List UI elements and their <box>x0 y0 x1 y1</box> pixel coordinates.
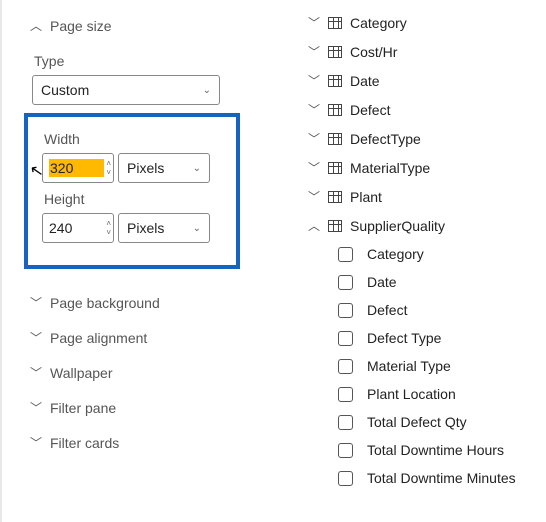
chevron-down-icon: ﹀ <box>30 329 42 346</box>
column-name: Total Downtime Hours <box>367 442 504 458</box>
checkbox[interactable] <box>338 303 353 318</box>
format-pane: ︿ Page size Type Custom ⌄ ↖ Width 320 ˄˅ <box>0 0 300 522</box>
table-icon <box>328 220 342 232</box>
chevron-down-icon: ﹀ <box>30 399 42 416</box>
width-unit-dropdown[interactable]: Pixels ⌄ <box>118 153 210 183</box>
table-icon <box>328 162 342 174</box>
section-label: Page background <box>50 295 160 311</box>
table-icon <box>328 17 342 29</box>
table-plant[interactable]: ﹀ Plant <box>308 182 546 211</box>
section-page-size[interactable]: ︿ Page size <box>30 8 300 43</box>
column-plant-location[interactable]: Plant Location <box>308 380 546 408</box>
chevron-down-icon: ﹀ <box>308 72 320 89</box>
type-value: Custom <box>41 82 89 98</box>
section-label: Filter cards <box>50 435 119 451</box>
chevron-down-icon: ﹀ <box>30 364 42 381</box>
column-total-downtime-minutes[interactable]: Total Downtime Minutes <box>308 464 546 492</box>
column-defect-type[interactable]: Defect Type <box>308 324 546 352</box>
table-date[interactable]: ﹀ Date <box>308 66 546 95</box>
column-total-downtime-hours[interactable]: Total Downtime Hours <box>308 436 546 464</box>
column-date[interactable]: Date <box>308 268 546 296</box>
chevron-down-icon: ﹀ <box>30 294 42 311</box>
height-unit-value: Pixels <box>127 220 164 236</box>
table-icon <box>328 104 342 116</box>
width-height-highlight: ↖ Width 320 ˄˅ Pixels ⌄ Height 240 <box>24 113 240 269</box>
column-name: Defect <box>367 302 407 318</box>
chevron-down-icon: ⌄ <box>203 85 211 96</box>
table-supplierquality[interactable]: ︿ SupplierQuality <box>308 211 546 240</box>
column-name: Defect Type <box>367 330 441 346</box>
table-name: Cost/Hr <box>350 44 397 60</box>
page-size-body: Type Custom ⌄ ↖ Width 320 ˄˅ Pixels <box>30 43 300 285</box>
checkbox[interactable] <box>338 247 353 262</box>
column-material-type[interactable]: Material Type <box>308 352 546 380</box>
column-defect[interactable]: Defect <box>308 296 546 324</box>
chevron-down-icon: ﹀ <box>308 101 320 118</box>
chevron-down-icon: ﹀ <box>308 130 320 147</box>
fields-pane: ﹀ Category ﹀ Cost/Hr ﹀ Date ﹀ Defect ﹀ DefectType… <box>300 0 546 522</box>
table-materialtype[interactable]: ﹀ MaterialType <box>308 153 546 182</box>
table-name: Defect <box>350 102 390 118</box>
section-filter-cards[interactable]: ﹀ Filter cards <box>30 425 300 460</box>
checkbox[interactable] <box>338 471 353 486</box>
table-icon <box>328 191 342 203</box>
chevron-down-icon: ﹀ <box>308 14 320 31</box>
chevron-up-icon: ︿ <box>308 217 320 234</box>
width-label: Width <box>44 131 224 147</box>
checkbox[interactable] <box>338 359 353 374</box>
checkbox[interactable] <box>338 275 353 290</box>
checkbox[interactable] <box>338 387 353 402</box>
width-input[interactable]: 320 ˄˅ <box>42 153 114 183</box>
column-name: Total Downtime Minutes <box>367 470 516 486</box>
table-icon <box>328 133 342 145</box>
width-unit-value: Pixels <box>127 160 164 176</box>
width-stepper[interactable]: ˄˅ <box>106 159 111 177</box>
table-icon <box>328 46 342 58</box>
section-label: Filter pane <box>50 400 116 416</box>
table-costhr[interactable]: ﹀ Cost/Hr <box>308 37 546 66</box>
table-defect[interactable]: ﹀ Defect <box>308 95 546 124</box>
table-category[interactable]: ﹀ Category <box>308 8 546 37</box>
table-name: Date <box>350 73 380 89</box>
chevron-down-icon: ﹀ <box>308 159 320 176</box>
table-icon <box>328 75 342 87</box>
table-name: MaterialType <box>350 160 430 176</box>
height-label: Height <box>44 191 224 207</box>
table-name: Plant <box>350 189 382 205</box>
section-label: Wallpaper <box>50 365 113 381</box>
checkbox[interactable] <box>338 331 353 346</box>
width-value: 320 <box>49 159 104 177</box>
column-category[interactable]: Category <box>308 240 546 268</box>
chevron-down-icon: ⌄ <box>193 223 201 234</box>
chevron-down-icon: ﹀ <box>308 188 320 205</box>
column-name: Plant Location <box>367 386 456 402</box>
chevron-down-icon: ﹀ <box>308 43 320 60</box>
chevron-up-icon: ︿ <box>30 17 42 34</box>
type-label: Type <box>34 53 300 69</box>
table-name: DefectType <box>350 131 421 147</box>
chevron-down-icon: ﹀ <box>30 434 42 451</box>
section-label: Page alignment <box>50 330 147 346</box>
column-name: Category <box>367 246 424 262</box>
section-page-alignment[interactable]: ﹀ Page alignment <box>30 320 300 355</box>
height-value: 240 <box>49 220 104 236</box>
column-name: Material Type <box>367 358 451 374</box>
column-name: Date <box>367 274 397 290</box>
section-filter-pane[interactable]: ﹀ Filter pane <box>30 390 300 425</box>
chevron-down-icon: ⌄ <box>193 163 201 174</box>
type-dropdown[interactable]: Custom ⌄ <box>32 75 220 105</box>
height-stepper[interactable]: ˄˅ <box>106 219 111 237</box>
table-name: SupplierQuality <box>350 218 445 234</box>
checkbox[interactable] <box>338 443 353 458</box>
section-label: Page size <box>50 18 111 34</box>
section-page-background[interactable]: ﹀ Page background <box>30 285 300 320</box>
table-defecttype[interactable]: ﹀ DefectType <box>308 124 546 153</box>
column-name: Total Defect Qty <box>367 414 467 430</box>
section-wallpaper[interactable]: ﹀ Wallpaper <box>30 355 300 390</box>
column-total-defect-qty[interactable]: Total Defect Qty <box>308 408 546 436</box>
checkbox[interactable] <box>338 415 353 430</box>
height-input[interactable]: 240 ˄˅ <box>42 213 114 243</box>
height-unit-dropdown[interactable]: Pixels ⌄ <box>118 213 210 243</box>
table-name: Category <box>350 15 407 31</box>
